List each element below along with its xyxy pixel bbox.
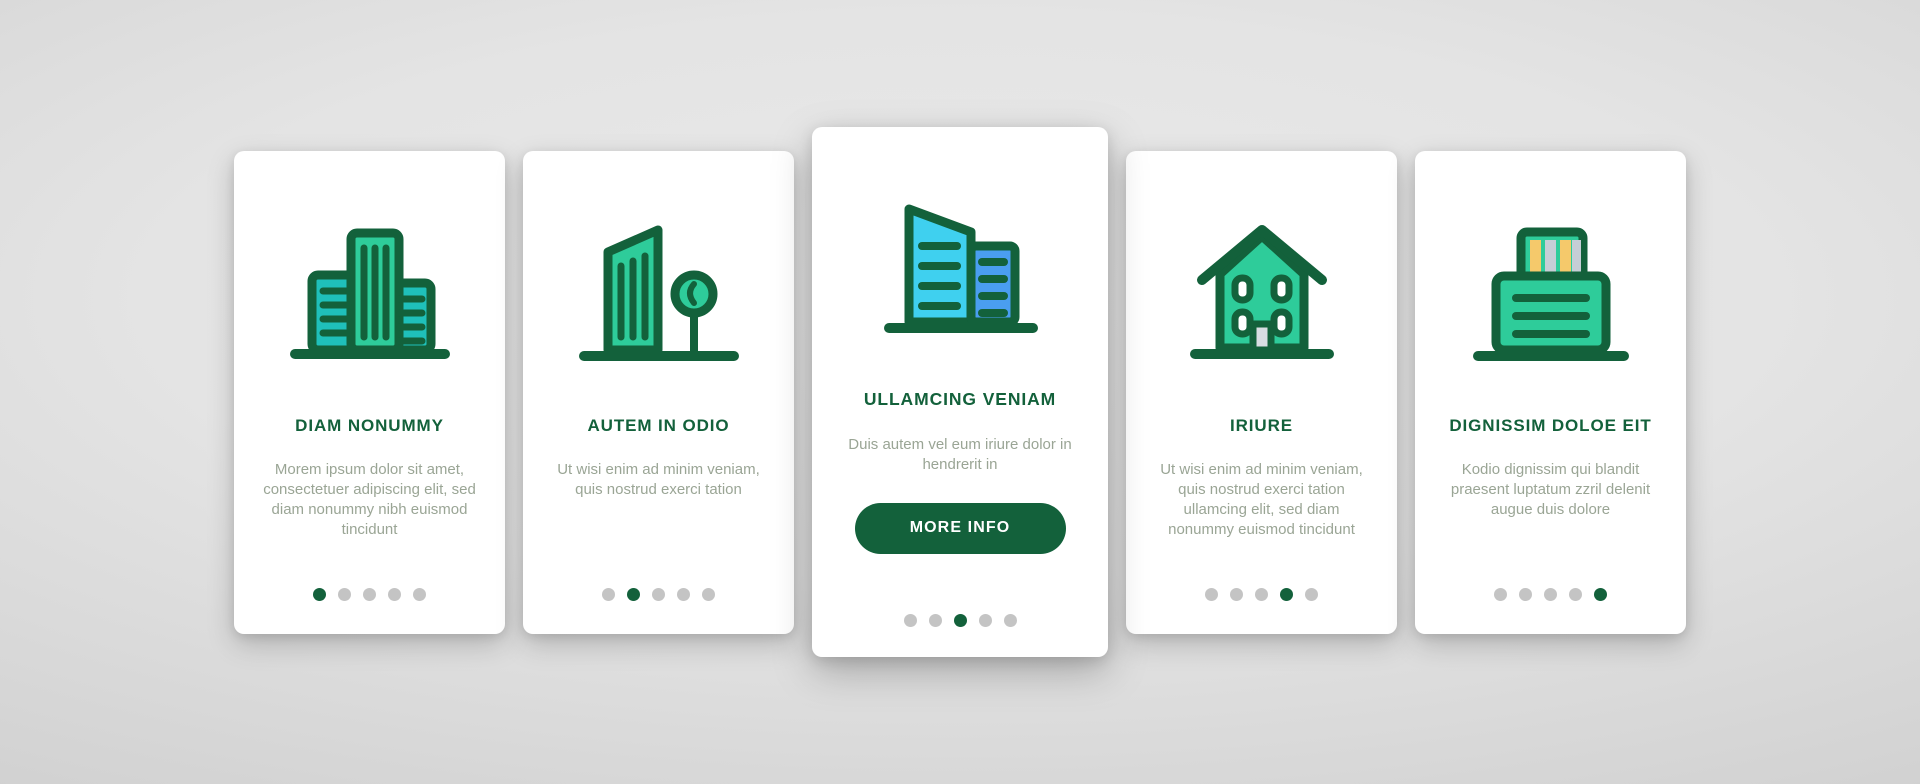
- pagination-dot[interactable]: [1003, 614, 1017, 627]
- blue-office-towers-icon: [884, 204, 1038, 333]
- city-skyline-icon: [289, 228, 450, 359]
- onboarding-card[interactable]: DIGNISSIM DOLOE EIT Kodio dignissim qui b…: [1415, 150, 1686, 634]
- card-body-text: Kodio dignissim qui blandit praesent lup…: [1450, 460, 1651, 518]
- onboarding-card[interactable]: DIAM NONUMMY Morem ipsum dolor sit amet, …: [234, 150, 505, 634]
- card-title: IRIURE: [1229, 415, 1294, 435]
- pagination-dot-active[interactable]: [1594, 587, 1607, 601]
- pagination-dot[interactable]: [1519, 587, 1532, 601]
- pagination-dot[interactable]: [1544, 587, 1557, 601]
- pagination-dot[interactable]: [1255, 587, 1268, 601]
- pagination-dot-active[interactable]: [627, 587, 640, 601]
- pagination-dot[interactable]: [1230, 587, 1243, 601]
- pagination-dots: [812, 614, 1108, 627]
- pagination-dot[interactable]: [363, 587, 376, 601]
- onboarding-card[interactable]: AUTEM IN ODIO Ut wisi enim ad minim venia…: [523, 150, 794, 634]
- pagination-dot[interactable]: [903, 614, 917, 627]
- pagination-dot[interactable]: [413, 587, 426, 601]
- pagination-dot-active[interactable]: [1280, 587, 1293, 601]
- tower-with-tree-icon-wrapper: [523, 211, 794, 371]
- tower-with-tree-icon: [578, 225, 739, 361]
- pagination-dot[interactable]: [338, 587, 351, 601]
- blue-office-towers-icon-wrapper: [812, 189, 1108, 349]
- pagination-dots: [1126, 587, 1397, 601]
- city-skyline-icon-wrapper: [234, 211, 505, 371]
- house-icon-wrapper: [1126, 211, 1397, 371]
- onboarding-card[interactable]: ULLAMCING VENIAM Duis autem vel eum iriur…: [812, 127, 1108, 657]
- pagination-dot[interactable]: [1205, 587, 1218, 601]
- pagination-dots: [234, 587, 505, 601]
- pagination-dot[interactable]: [702, 587, 715, 601]
- pagination-dot-active[interactable]: [313, 587, 326, 601]
- building-with-rooftop-icon-wrapper: [1415, 211, 1686, 371]
- card-title: DIGNISSIM DOLOE EIT: [1449, 415, 1652, 435]
- pagination-dot[interactable]: [677, 587, 690, 601]
- onboarding-card-carousel: DIAM NONUMMY Morem ipsum dolor sit amet, …: [0, 0, 1920, 784]
- card-body-text: Duis autem vel eum iriure dolor in hendr…: [848, 436, 1072, 473]
- house-icon: [1189, 224, 1334, 359]
- pagination-dots: [523, 587, 794, 601]
- card-title: DIAM NONUMMY: [295, 415, 444, 435]
- pagination-dots: [1415, 587, 1686, 601]
- card-body-text: Ut wisi enim ad minim veniam, quis nostr…: [1160, 460, 1363, 538]
- onboarding-card[interactable]: IRIURE Ut wisi enim ad minim veniam, quis…: [1126, 150, 1397, 634]
- pagination-dot-active[interactable]: [953, 614, 967, 627]
- pagination-dot[interactable]: [1305, 587, 1318, 601]
- card-title: ULLAMCING VENIAM: [863, 389, 1057, 409]
- pagination-dot[interactable]: [652, 587, 665, 601]
- card-body-text: Morem ipsum dolor sit amet, consectetuer…: [263, 460, 476, 538]
- more-info-button[interactable]: MORE INFO: [854, 502, 1066, 554]
- pagination-dot[interactable]: [928, 614, 942, 627]
- pagination-dot[interactable]: [1569, 587, 1582, 601]
- card-title: AUTEM IN ODIO: [587, 415, 730, 435]
- pagination-dot[interactable]: [602, 587, 615, 601]
- pagination-dot[interactable]: [388, 587, 401, 601]
- pagination-dot[interactable]: [978, 614, 992, 627]
- pagination-dot[interactable]: [1494, 587, 1507, 601]
- building-with-rooftop-icon: [1472, 227, 1629, 361]
- card-body-text: Ut wisi enim ad minim veniam, quis nostr…: [557, 460, 760, 498]
